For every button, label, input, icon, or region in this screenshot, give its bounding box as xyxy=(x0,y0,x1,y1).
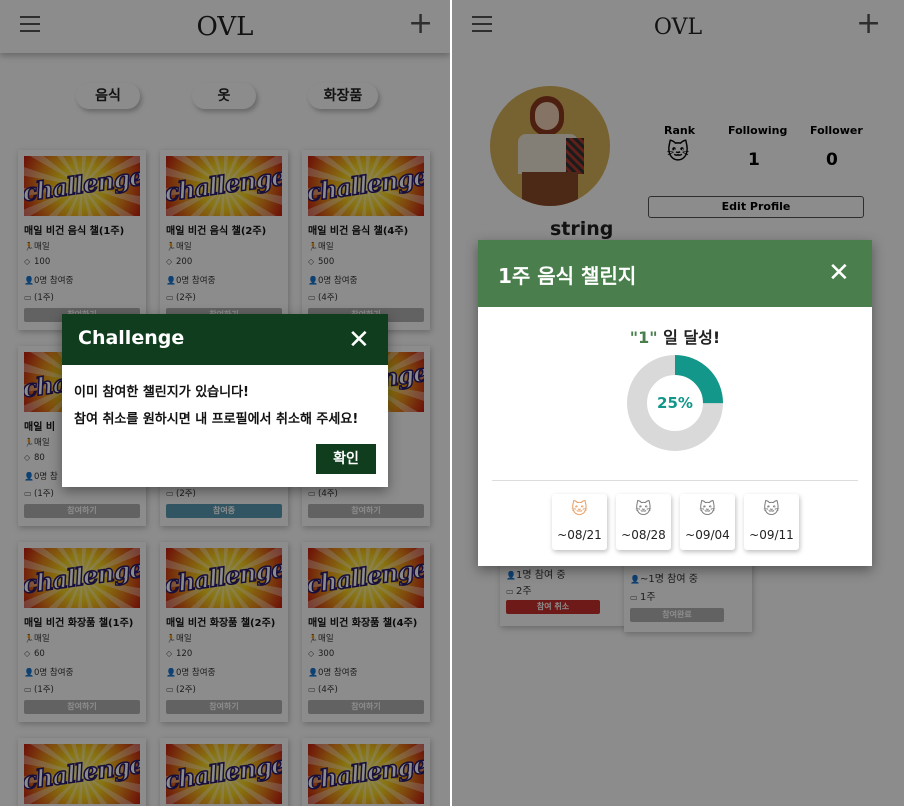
week-badge-4[interactable]: 🐱 ~09/11 xyxy=(744,494,799,550)
close-icon[interactable]: ✕ xyxy=(828,260,850,286)
modal-header: Challenge ✕ xyxy=(62,314,388,365)
modal-message-1: 이미 참여한 챌린지가 있습니다! xyxy=(74,385,249,400)
confirm-button[interactable]: 확인 xyxy=(316,444,376,474)
cat-face-icon: 🐱 xyxy=(571,499,588,518)
challenge-modal: Challenge ✕ 이미 참여한 챌린지가 있습니다! 참여 취소를 원하시… xyxy=(62,314,388,487)
modal-header: 1주 음식 챌린지 ✕ xyxy=(478,240,872,307)
right-screen: OVL + string Rank 🐱 Following 1 Follower… xyxy=(452,0,904,806)
progress-ring: 25% xyxy=(627,355,723,451)
cat-face-icon: 🐱 xyxy=(699,499,716,518)
modal-title: 1주 음식 챌린지 xyxy=(498,264,637,288)
week-badge-2[interactable]: 🐱 ~08/28 xyxy=(616,494,671,550)
modal-message-2: 참여 취소를 원하시면 내 프로필에서 취소해 주세요! xyxy=(74,412,359,427)
weekly-challenge-modal: 1주 음식 챌린지 ✕ "1" 일 달성! 25% xyxy=(478,240,872,566)
week-badge-3[interactable]: 🐱 ~09/04 xyxy=(680,494,735,550)
divider xyxy=(492,480,858,481)
progress-label: 25% xyxy=(657,394,693,412)
cat-face-icon: 🐱 xyxy=(635,499,652,518)
close-icon[interactable]: ✕ xyxy=(348,327,370,353)
modal-title: Challenge xyxy=(78,327,185,349)
week-badge-1[interactable]: 🐱 ~08/21 xyxy=(552,494,607,550)
achievement-text: "1" 일 달성! xyxy=(629,328,721,347)
left-screen: OVL + 음식 옷 화장품 challenge 매일 비건 음식 챌(1주) 🏃매… xyxy=(0,0,450,806)
cat-face-icon: 🐱 xyxy=(763,499,780,518)
